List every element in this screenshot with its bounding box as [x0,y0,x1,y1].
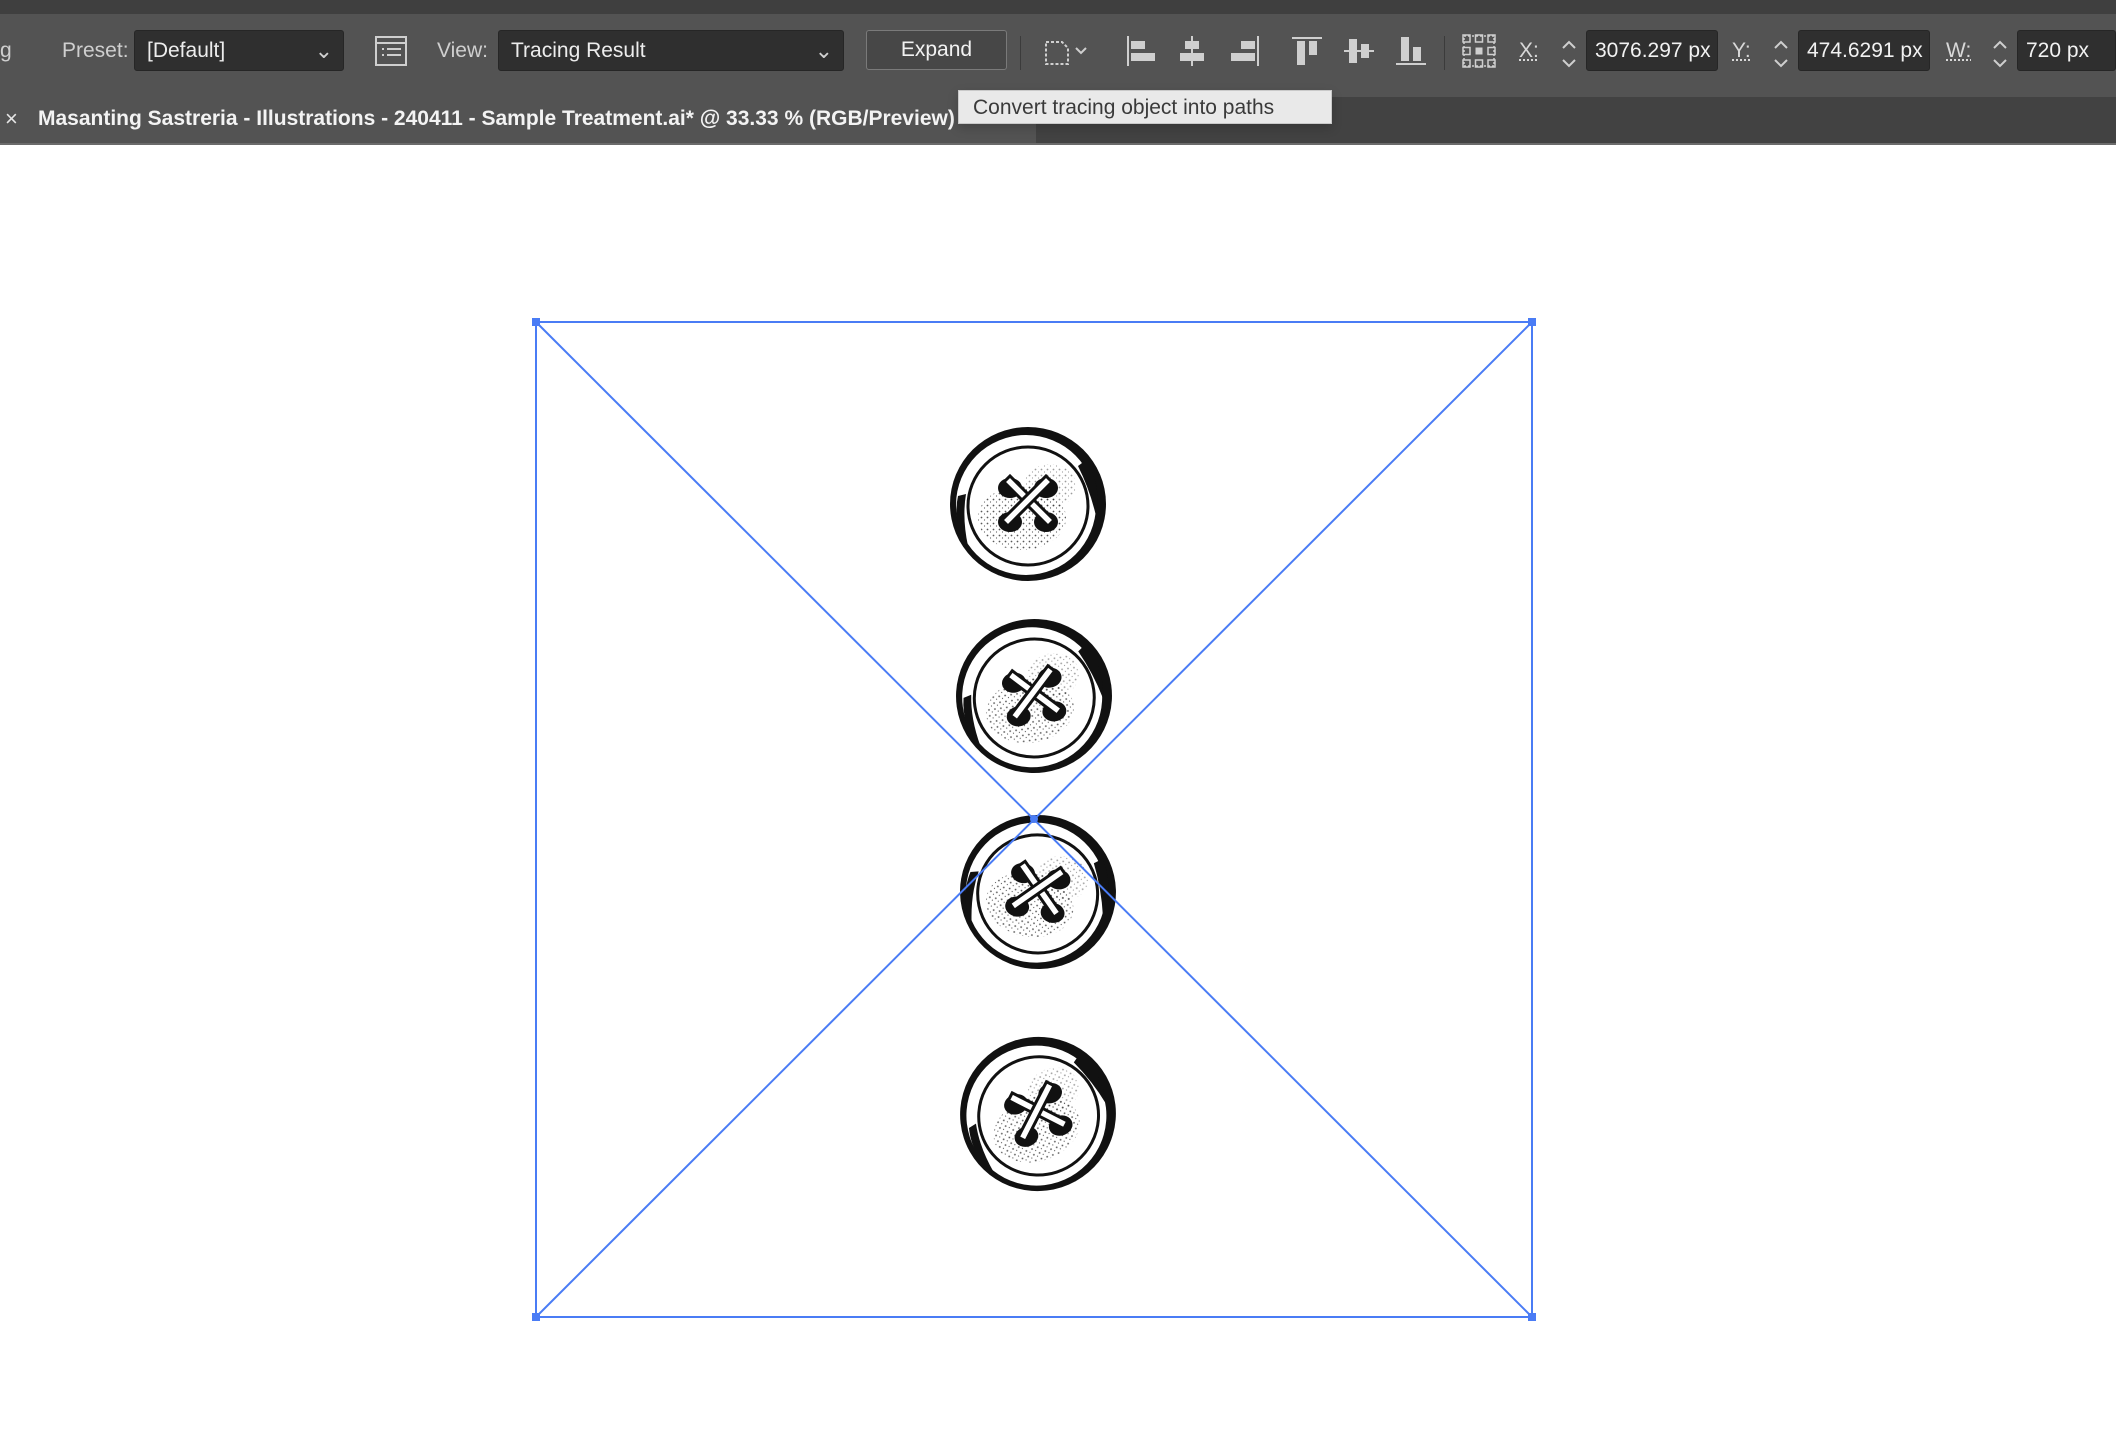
shape-mode-icon[interactable] [1040,32,1096,70]
selection-handle[interactable] [532,1313,540,1321]
preset-dropdown[interactable]: [Default] ⌄ [134,30,344,71]
close-icon[interactable]: × [5,105,18,133]
y-input[interactable]: 474.6291 px [1798,30,1930,71]
artboard-canvas[interactable] [0,147,2116,1448]
document-tab[interactable]: × Masanting Sastreria - Illustrations - … [0,97,1036,143]
align-horizontal-center-icon[interactable] [1173,32,1211,70]
truncated-label: g [0,39,12,62]
x-label: X: [1519,39,1539,62]
y-stepper-icon[interactable] [1766,34,1796,74]
sewing-button-3 [946,801,1130,983]
reference-point-icon[interactable] [1460,32,1498,70]
align-vertical-center-icon[interactable] [1340,32,1378,70]
divider [1020,36,1021,70]
x-input[interactable]: 3076.297 px [1586,30,1718,71]
view-label: View: [437,39,488,62]
sewing-button-1 [948,425,1108,583]
selection-handle[interactable] [1528,1313,1536,1321]
selection-handle[interactable] [532,318,540,326]
view-dropdown[interactable]: Tracing Result ⌄ [498,30,844,71]
document-title: Masanting Sastreria - Illustrations - 24… [38,107,955,130]
control-bar: g Preset: [Default] ⌄ View: Tracing Resu… [0,0,2116,97]
y-label: Y: [1732,39,1751,62]
x-stepper-icon[interactable] [1554,34,1584,74]
preset-value: [Default] [147,39,226,62]
view-value: Tracing Result [511,39,646,62]
align-top-icon[interactable] [1288,32,1326,70]
sewing-button-4 [938,1015,1138,1213]
artwork-layer [532,318,1536,1321]
w-input[interactable]: 720 px [2017,30,2116,71]
expand-button[interactable]: Expand [866,30,1007,70]
divider [1444,36,1445,70]
preset-label: Preset: [62,39,129,62]
w-label: W: [1946,39,1972,62]
align-left-icon[interactable] [1122,32,1160,70]
w-stepper-icon[interactable] [1985,34,2015,74]
selection-handle[interactable] [1528,318,1536,326]
align-right-icon[interactable] [1226,32,1264,70]
chevron-down-icon: ⌄ [814,38,833,63]
chevron-down-icon: ⌄ [314,38,333,63]
align-bottom-icon[interactable] [1392,32,1430,70]
center-point [1030,815,1038,823]
tracing-panel-icon[interactable] [372,32,410,70]
expand-tooltip: Convert tracing object into paths [958,90,1332,124]
